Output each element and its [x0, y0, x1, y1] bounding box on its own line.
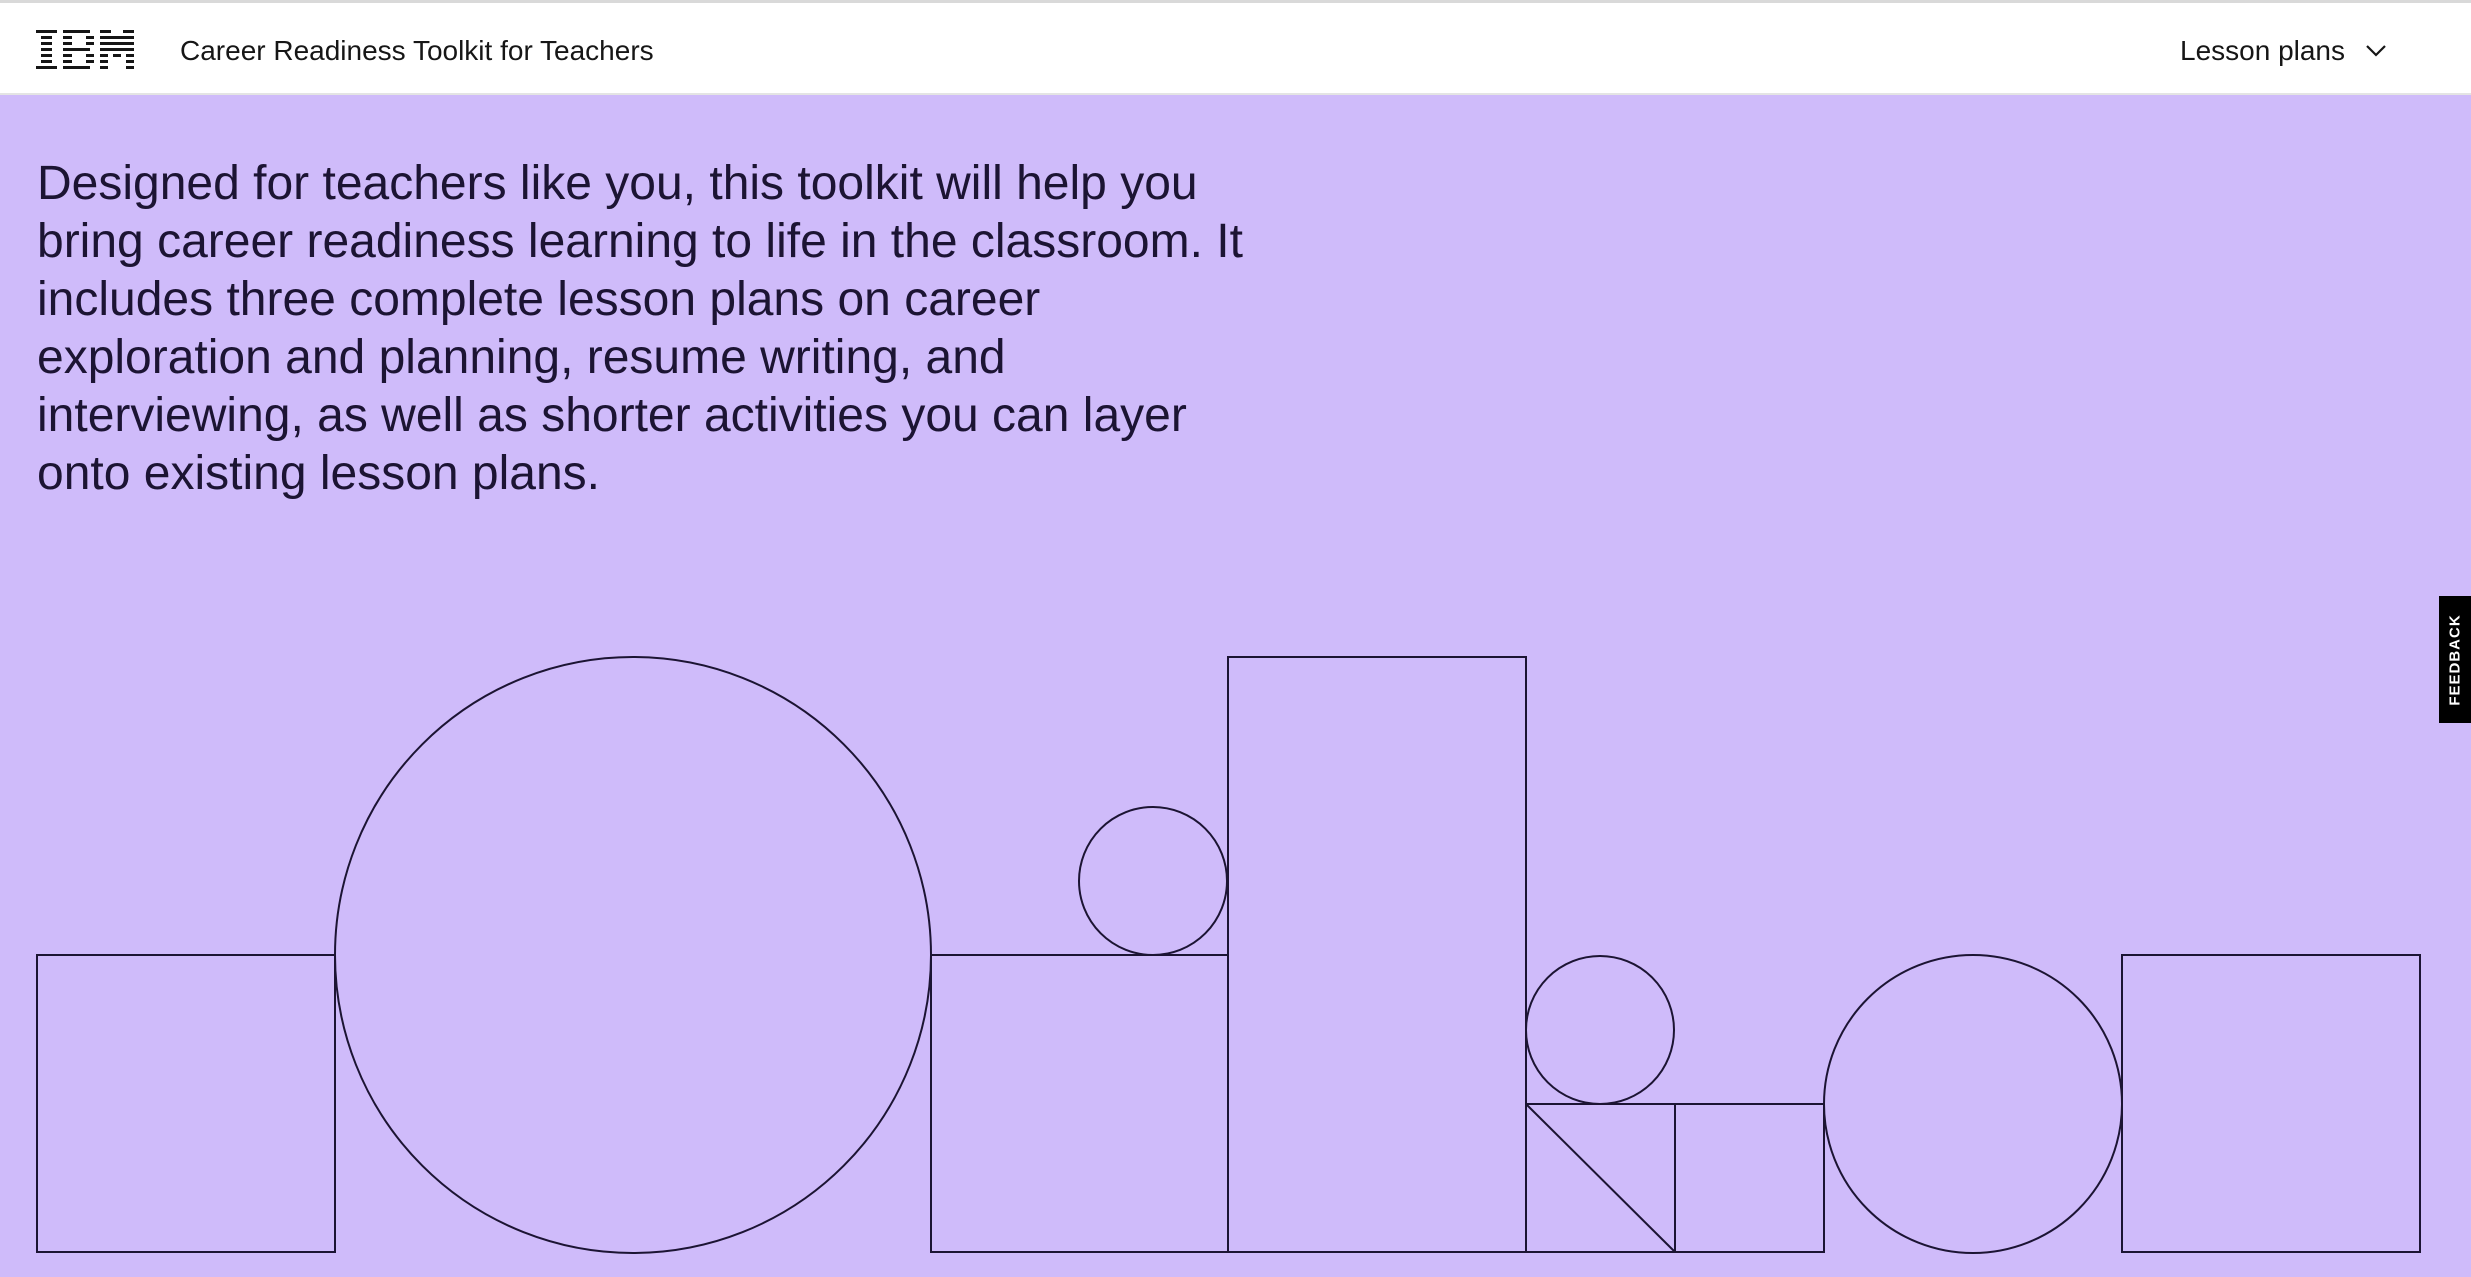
shape-square-right — [2121, 954, 2421, 1253]
feedback-button[interactable]: FEEDBACK — [2439, 596, 2471, 723]
decorative-geometric-illustration — [36, 656, 2421, 1254]
shape-rect-middle — [930, 954, 1229, 1253]
shape-small-square-b — [1674, 1103, 1825, 1253]
shape-diagonal-line — [1525, 1103, 1676, 1253]
shape-medium-circle — [1823, 954, 2123, 1254]
shape-small-circle-top — [1078, 806, 1228, 956]
page: Career Readiness Toolkit for Teachers Le… — [0, 0, 2471, 1277]
shape-tall-rect — [1227, 656, 1527, 1253]
shape-small-circle-right — [1525, 955, 1675, 1105]
shape-large-circle — [334, 656, 932, 1254]
shape-square-left — [36, 954, 336, 1253]
feedback-label: FEEDBACK — [2446, 613, 2464, 706]
